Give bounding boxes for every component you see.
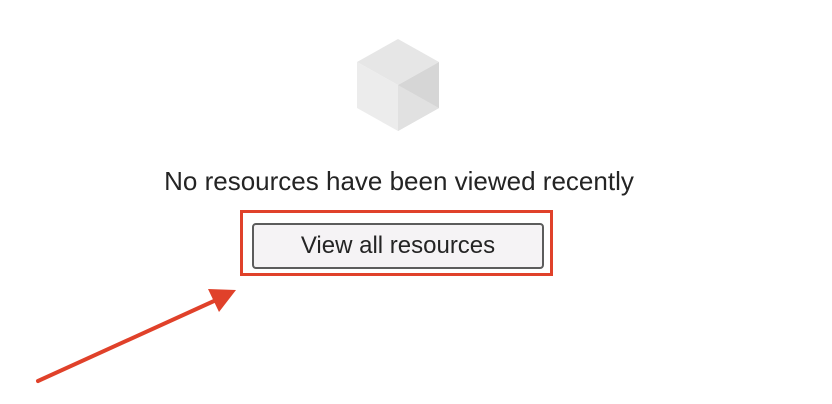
empty-state-message: No resources have been viewed recently bbox=[164, 166, 634, 196]
cube-icon bbox=[357, 39, 439, 131]
view-all-resources-button[interactable]: View all resources bbox=[252, 223, 544, 269]
recent-resources-empty-state: No resources have been viewed recently V… bbox=[0, 0, 832, 404]
